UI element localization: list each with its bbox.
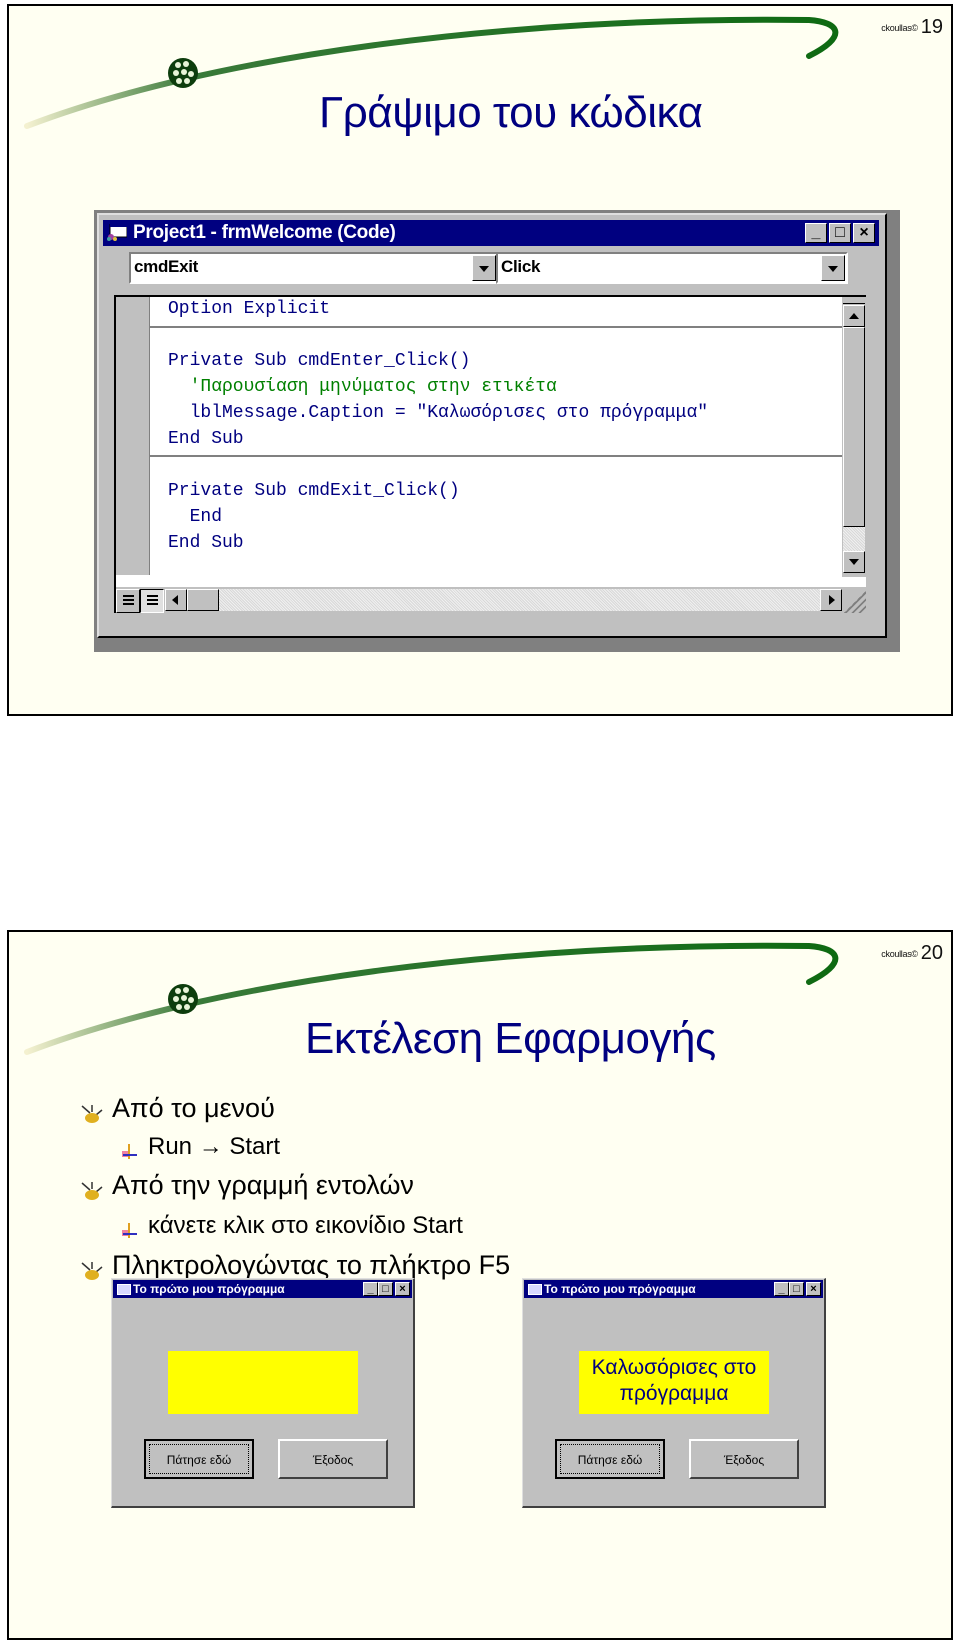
vertical-scroll-thumb[interactable]: [843, 327, 865, 527]
full-module-view-button[interactable]: [140, 589, 164, 613]
bullet-item: Από το μενού: [80, 1093, 275, 1124]
form-titlebar[interactable]: Το πρώτο μου πρόγραμμα _ □ ×: [524, 1280, 823, 1298]
horizontal-scrollbar[interactable]: [116, 587, 866, 613]
close-button[interactable]: ×: [395, 1282, 410, 1296]
maximize-button[interactable]: □: [789, 1282, 804, 1296]
form-title: Το πρώτο μου πρόγραμμα: [544, 1282, 696, 1296]
vertical-scroll-track[interactable]: [843, 527, 865, 551]
sub-bullet-item: Run → Start: [120, 1133, 280, 1161]
code-comment-line: 'Παρουσίαση μηνύματος στην ετικέτα: [168, 377, 557, 397]
code-line: End Sub: [168, 429, 244, 449]
bullet-item: Από την γραμμή εντολών: [80, 1170, 414, 1201]
object-dropdown[interactable]: cmdExit: [129, 252, 499, 284]
exit-button[interactable]: Έξοδος: [689, 1439, 799, 1479]
code-line: End: [168, 507, 223, 527]
scroll-down-arrow-icon[interactable]: [843, 551, 865, 573]
scroll-up-arrow-icon[interactable]: [843, 305, 865, 327]
minimize-button[interactable]: _: [805, 223, 827, 243]
maximize-button[interactable]: □: [829, 223, 851, 243]
code-line: Option Explicit: [168, 299, 331, 319]
scroll-right-arrow-icon[interactable]: [820, 589, 842, 611]
form-window-before: Το πρώτο μου πρόγραμμα _ □ × Πάτησε εδώ …: [111, 1278, 415, 1508]
page-number: ckoullas© 20: [881, 942, 943, 964]
close-button[interactable]: ×: [853, 223, 875, 243]
scroll-left-arrow-icon[interactable]: [165, 589, 187, 611]
code-line: lblMessage.Caption = "Καλωσόρισες στο πρ…: [168, 403, 709, 423]
form-app-icon: [117, 1284, 131, 1295]
bullet-bulb-icon: [80, 1257, 104, 1280]
bullet-item: Πληκτρολογώντας το πλήκτρο F5: [80, 1250, 510, 1281]
sub-bullet-item: κάνετε κλικ στο εικονίδιο Start: [120, 1212, 463, 1240]
bead-icon: [168, 984, 198, 1014]
maximize-button[interactable]: □: [378, 1282, 393, 1296]
slide-title: Εκτέλεση Εφαρμογής: [305, 1014, 716, 1063]
chevron-down-icon[interactable]: [472, 255, 496, 281]
form-title: Το πρώτο μου πρόγραμμα: [133, 1282, 285, 1296]
message-label: [168, 1351, 358, 1414]
full-module-view-icon: [147, 595, 158, 607]
form-app-icon: [528, 1284, 542, 1295]
slide-19: ckoullas© 19 Γράψιμο του κώδικα Project1 …: [7, 4, 953, 716]
code-line: Private Sub cmdEnter_Click(): [168, 351, 471, 371]
message-label: Καλωσόρισες στο πρόγραμμα: [579, 1351, 769, 1414]
exit-button[interactable]: Έξοδος: [278, 1439, 388, 1479]
resize-grip-icon[interactable]: [844, 591, 866, 613]
bullet-cross-icon: [120, 1218, 138, 1238]
author-mark: ckoullas©: [881, 948, 918, 959]
object-dropdown-value: cmdExit: [134, 257, 199, 276]
margin-indicator-bar: [116, 297, 150, 575]
enter-button[interactable]: Πάτησε εδώ: [144, 1439, 254, 1479]
horizontal-scroll-thumb[interactable]: [187, 589, 219, 611]
code-window-titlebar[interactable]: Project1 - frmWelcome (Code) _ □ ×: [103, 220, 879, 246]
code-line: Private Sub cmdExit_Click(): [168, 481, 460, 501]
minimize-button[interactable]: _: [363, 1282, 378, 1296]
bullet-bulb-icon: [80, 1177, 104, 1200]
slide-title: Γράψιμο του κώδικα: [319, 88, 703, 137]
split-bar[interactable]: [843, 297, 865, 304]
form-window-after: Το πρώτο μου πρόγραμμα _ □ × Καλωσόρισες…: [522, 1278, 826, 1508]
code-window: Project1 - frmWelcome (Code) _ □ × cmdEx…: [97, 213, 887, 638]
code-window-title: Project1 - frmWelcome (Code): [133, 222, 396, 243]
minimize-button[interactable]: _: [774, 1282, 789, 1296]
code-window-app-icon: [107, 224, 127, 241]
procedure-separator: [149, 326, 842, 328]
procedure-view-button[interactable]: [116, 589, 140, 613]
bead-icon: [168, 58, 198, 88]
code-editor[interactable]: Option Explicit Private Sub cmdEnter_Cli…: [114, 295, 866, 613]
author-mark: ckoullas©: [881, 22, 918, 33]
procedure-dropdown-value: Click: [501, 257, 541, 276]
code-line: End Sub: [168, 533, 244, 553]
bullet-cross-icon: [120, 1139, 138, 1159]
enter-button[interactable]: Πάτησε εδώ: [555, 1439, 665, 1479]
page-number: ckoullas© 19: [881, 16, 943, 38]
vertical-scrollbar[interactable]: [842, 297, 866, 577]
close-button[interactable]: ×: [806, 1282, 821, 1296]
horizontal-scroll-track[interactable]: [219, 589, 820, 611]
procedure-view-icon: [123, 595, 134, 607]
bullet-bulb-icon: [80, 1100, 104, 1123]
chevron-down-icon[interactable]: [821, 255, 845, 281]
form-titlebar[interactable]: Το πρώτο μου πρόγραμμα _ □ ×: [113, 1280, 412, 1298]
procedure-separator: [149, 455, 842, 457]
procedure-dropdown[interactable]: Click: [496, 252, 848, 284]
code-window-screenshot: Project1 - frmWelcome (Code) _ □ × cmdEx…: [94, 210, 900, 652]
